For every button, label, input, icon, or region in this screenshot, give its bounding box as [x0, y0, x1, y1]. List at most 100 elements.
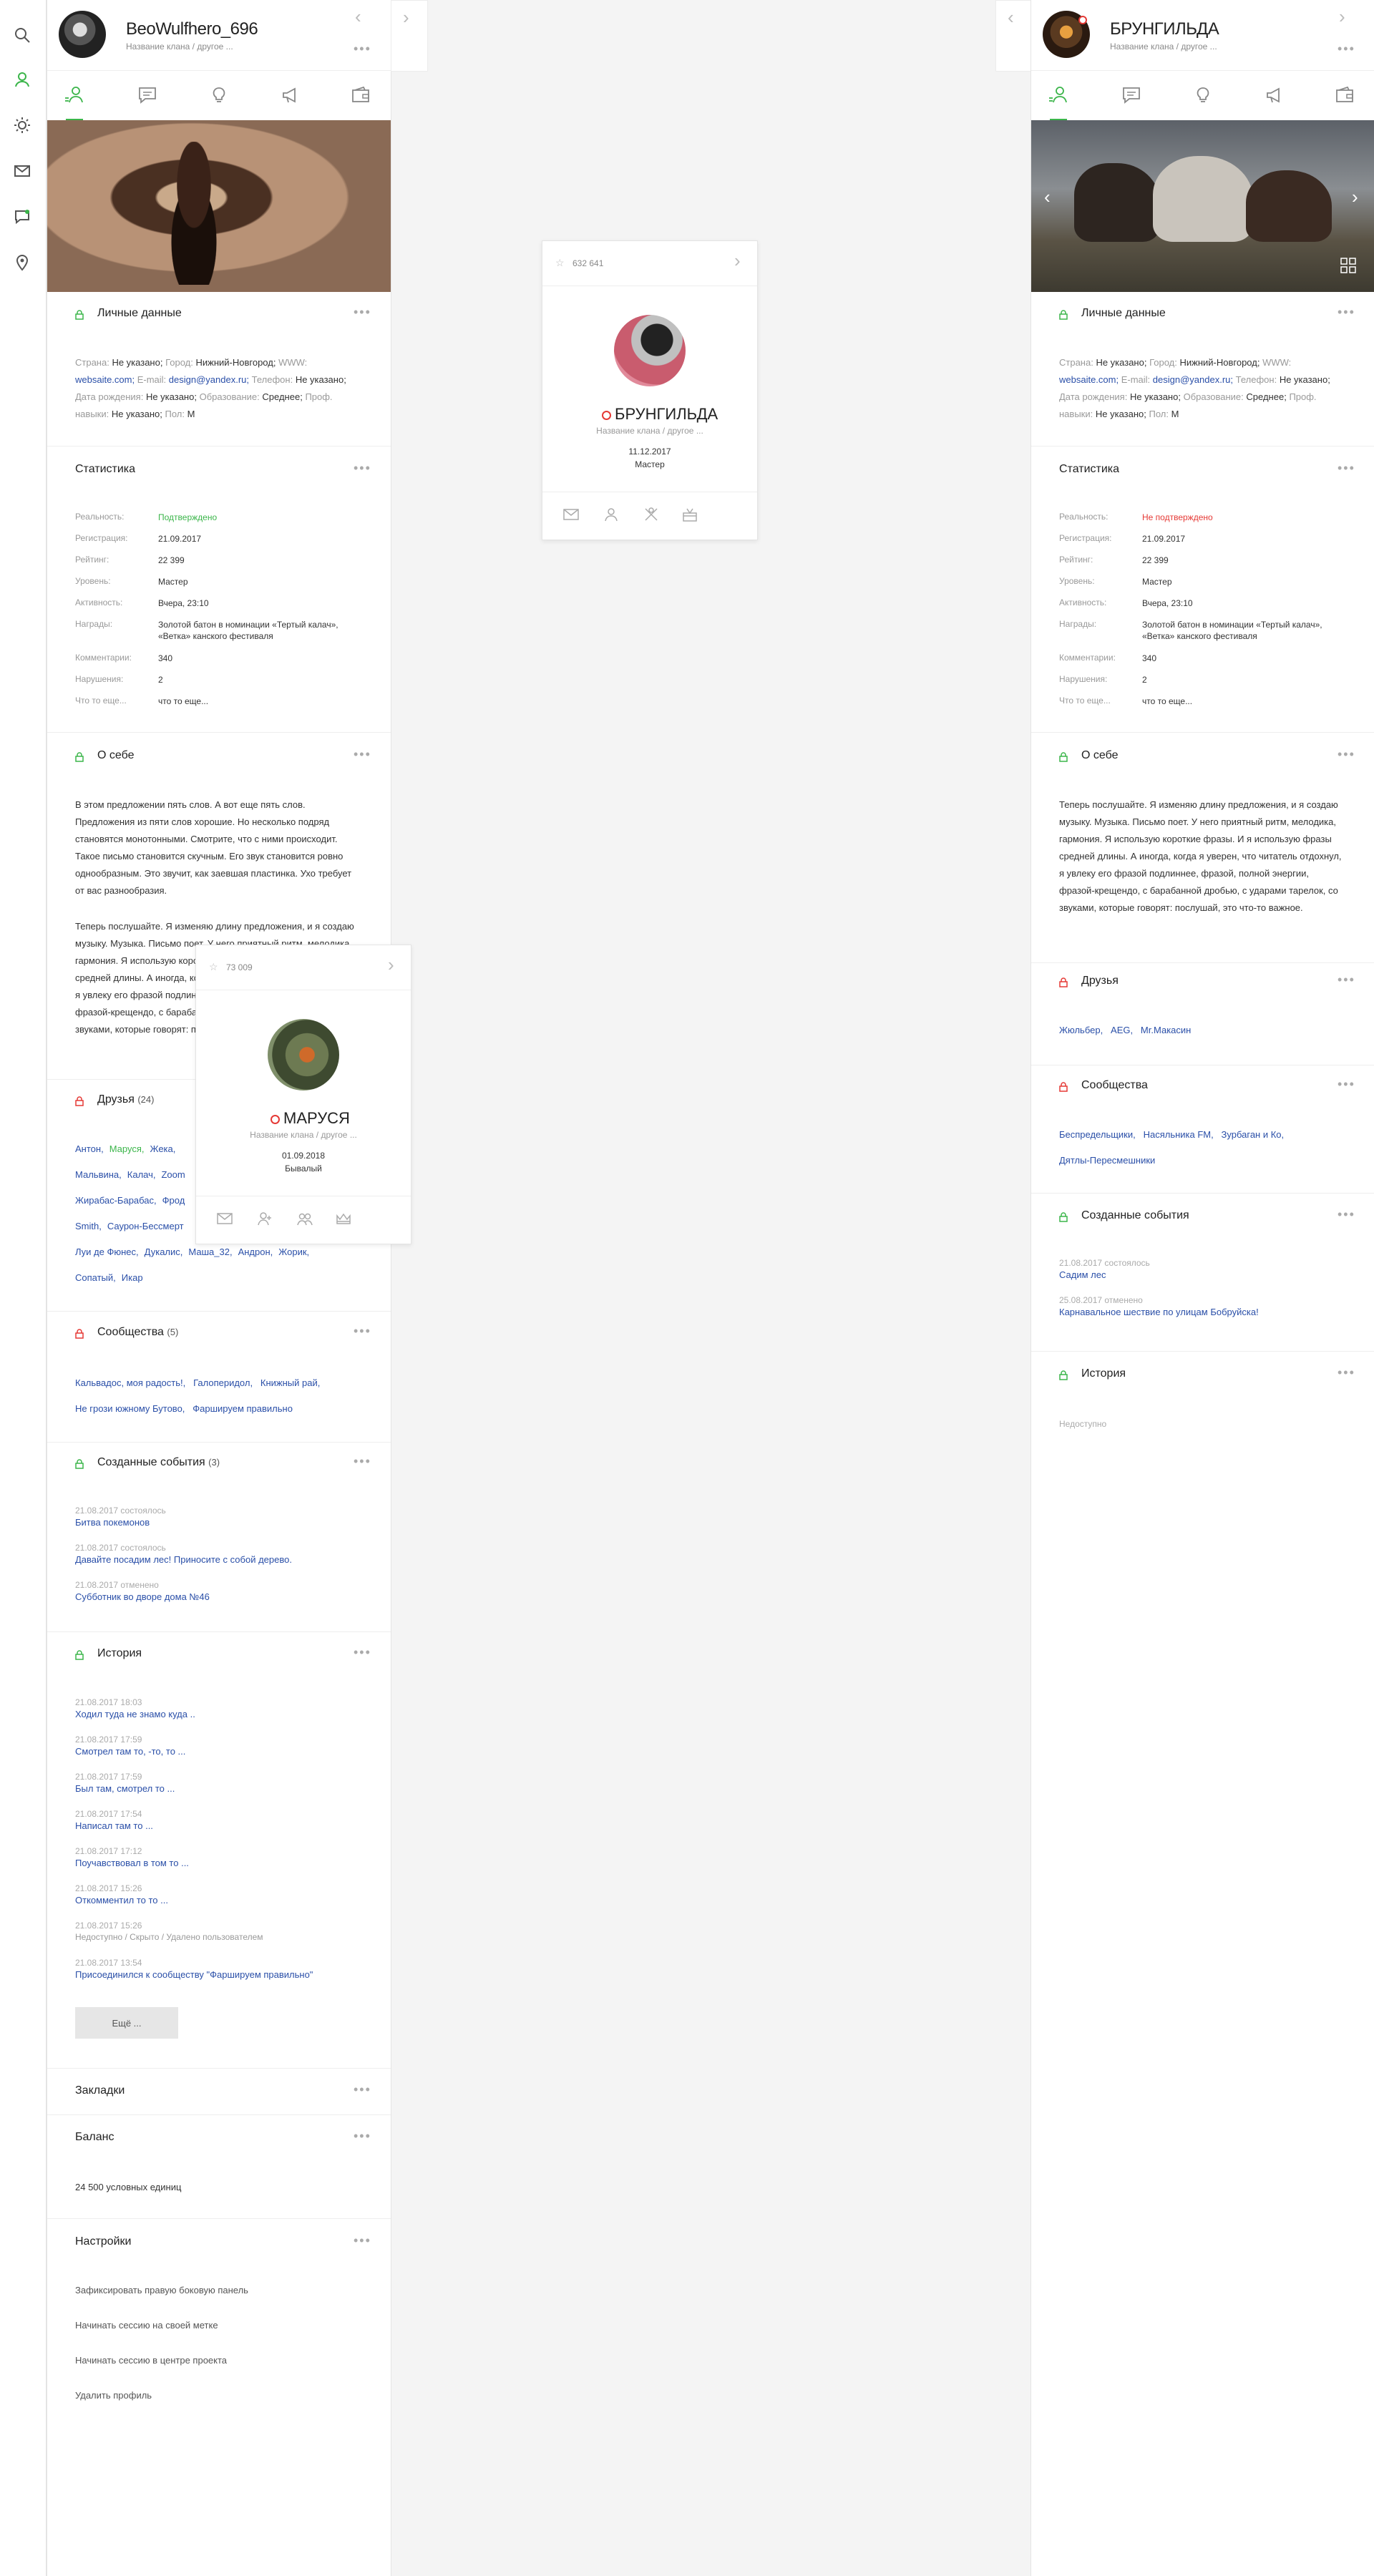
expand-panel-button[interactable]: › — [391, 0, 428, 72]
sun-icon[interactable] — [11, 114, 33, 136]
friend-link[interactable]: Фрод — [162, 1195, 185, 1206]
location-icon[interactable] — [11, 252, 33, 273]
friend-link[interactable]: Андрон, — [238, 1246, 273, 1257]
settings-item[interactable]: Начинать сессию в центре проекта — [75, 2352, 227, 2369]
friend-link[interactable]: Саурон-Бессмерт — [107, 1221, 184, 1231]
crown-icon[interactable] — [335, 1210, 352, 1227]
communities-line-2[interactable]: Дятлы-Пересмешники — [1059, 1155, 1155, 1166]
more-icon[interactable]: ••• — [354, 747, 371, 762]
gift-icon[interactable] — [681, 506, 698, 523]
gallery-next-icon[interactable]: › — [1352, 186, 1358, 208]
grid-view-icon[interactable] — [1340, 258, 1356, 273]
avatar[interactable] — [614, 315, 686, 386]
event-link[interactable]: Давайте посадим лес! Приносите с собой д… — [75, 1554, 292, 1565]
more-icon[interactable]: ••• — [354, 1454, 371, 1469]
add-friend-icon[interactable] — [603, 506, 620, 523]
more-icon[interactable]: ••• — [1338, 972, 1355, 987]
chat-icon[interactable] — [11, 206, 33, 228]
more-icon[interactable]: ••• — [354, 1324, 371, 1339]
settings-item[interactable]: Зафиксировать правую боковую панель — [75, 2282, 248, 2299]
friend-link[interactable]: Жека, — [150, 1143, 175, 1154]
friend-link[interactable]: Мальвина, — [75, 1169, 122, 1180]
more-icon[interactable]: ••• — [354, 2082, 371, 2097]
collapse-panel-button[interactable]: ‹ — [995, 0, 1033, 72]
friend-link[interactable]: Калач, — [127, 1169, 156, 1180]
more-icon[interactable]: ••• — [1338, 747, 1355, 762]
more-icon[interactable]: ••• — [1338, 1365, 1355, 1380]
settings-item[interactable]: Удалить профиль — [75, 2387, 152, 2404]
history-link[interactable]: Был там, смотрел то ... — [75, 1783, 175, 1794]
duel-icon[interactable] — [643, 506, 660, 523]
avatar[interactable] — [59, 11, 106, 58]
tab-announcements[interactable] — [1262, 82, 1287, 108]
friend-link[interactable]: Маруся, — [109, 1143, 145, 1154]
tab-wallet[interactable] — [348, 82, 374, 108]
website-link[interactable]: websaite.com; — [75, 374, 135, 385]
tab-messages[interactable] — [1119, 82, 1144, 108]
friend-link[interactable]: Маша_32, — [188, 1246, 232, 1257]
friend-link[interactable]: Zoom — [161, 1169, 185, 1180]
avatar[interactable] — [268, 1019, 339, 1091]
message-icon[interactable] — [216, 1210, 233, 1227]
more-button[interactable]: Ещё ... — [75, 2007, 178, 2039]
more-icon[interactable]: ••• — [1338, 1077, 1355, 1092]
add-friend-icon[interactable] — [256, 1210, 273, 1227]
section-title-bookmarks[interactable]: Закладки — [75, 2084, 125, 2097]
tab-profile[interactable] — [62, 82, 87, 108]
more-icon[interactable]: ••• — [354, 1645, 371, 1660]
more-icon[interactable]: ••• — [1338, 305, 1355, 320]
tab-messages[interactable] — [135, 82, 160, 108]
history-link[interactable]: Присоединился к сообществу "Фаршируем пр… — [75, 1969, 313, 1980]
friends-line[interactable]: Жюльбер, AEG, Mr.Макасин — [1059, 1025, 1191, 1035]
search-icon[interactable] — [11, 24, 33, 46]
mail-icon[interactable] — [11, 160, 33, 182]
event-link[interactable]: Битва покемонов — [75, 1517, 150, 1528]
more-icon[interactable]: ••• — [1338, 42, 1355, 57]
friend-link[interactable]: Жорик, — [278, 1246, 309, 1257]
friends-icon[interactable] — [296, 1210, 313, 1227]
friend-link[interactable]: Сопатый, — [75, 1272, 116, 1283]
chevron-right-icon[interactable]: › — [734, 250, 741, 272]
message-icon[interactable] — [562, 506, 580, 523]
history-link[interactable]: Откомментил то то ... — [75, 1895, 168, 1906]
more-icon[interactable]: ••• — [354, 2129, 371, 2144]
tab-ideas[interactable] — [1190, 82, 1216, 108]
friend-link[interactable]: Жирабас-Барабас, — [75, 1195, 157, 1206]
friend-link[interactable]: Антон, — [75, 1143, 104, 1154]
friend-link[interactable]: Дукалис, — [145, 1246, 183, 1257]
chevron-left-icon[interactable]: ‹ — [355, 6, 361, 28]
chevron-right-icon[interactable]: › — [1339, 6, 1345, 28]
event-link[interactable]: Субботник во дворе дома №46 — [75, 1591, 210, 1602]
email-link[interactable]: design@yandex.ru; — [1153, 374, 1233, 385]
event-link[interactable]: Садим лес — [1059, 1269, 1106, 1280]
friend-link[interactable]: Икар — [122, 1272, 143, 1283]
history-link[interactable]: Написал там то ... — [75, 1820, 153, 1831]
more-icon[interactable]: ••• — [1338, 461, 1355, 476]
history-link[interactable]: Ходил туда не знамо куда .. — [75, 1709, 195, 1719]
settings-item[interactable]: Начинать сессию на своей метке — [75, 2317, 218, 2334]
more-icon[interactable]: ••• — [354, 42, 371, 57]
more-icon[interactable]: ••• — [1338, 1207, 1355, 1222]
friend-link[interactable]: Луи де Фюнес, — [75, 1246, 139, 1257]
chevron-right-icon[interactable]: › — [388, 954, 394, 976]
tab-announcements[interactable] — [278, 82, 303, 108]
tab-ideas[interactable] — [206, 82, 232, 108]
tab-profile[interactable] — [1046, 82, 1071, 108]
communities-line-2[interactable]: Не грози южному Бутово, Фаршируем правил… — [75, 1403, 293, 1414]
gallery-prev-icon[interactable]: ‹ — [1044, 186, 1051, 208]
communities-line-1[interactable]: Кальвадос, моя радость!, Галоперидол, Кн… — [75, 1377, 320, 1388]
event-link[interactable]: Карнавальное шествие по улицам Бобруйска… — [1059, 1307, 1259, 1317]
communities-line-1[interactable]: Беспредельщики, Насяльника FM, Зурбаган … — [1059, 1129, 1284, 1140]
more-icon[interactable]: ••• — [354, 305, 371, 320]
tab-wallet[interactable] — [1332, 82, 1358, 108]
user-card-center[interactable]: ☆ 632 641 › БРУНГИЛЬДА Название клана / … — [542, 240, 758, 540]
more-icon[interactable]: ••• — [354, 2233, 371, 2248]
profile-icon[interactable] — [11, 69, 33, 90]
friend-link[interactable]: Smith, — [75, 1221, 102, 1231]
history-link[interactable]: Смотрел там то, -то, то ... — [75, 1746, 185, 1757]
website-link[interactable]: websaite.com; — [1059, 374, 1119, 385]
user-card-popup[interactable]: ☆ 73 009 › МАРУСЯ Название клана / друго… — [195, 945, 411, 1244]
email-link[interactable]: design@yandex.ru; — [169, 374, 249, 385]
more-icon[interactable]: ••• — [354, 461, 371, 476]
history-link[interactable]: Поучавствовал в том то ... — [75, 1858, 189, 1868]
